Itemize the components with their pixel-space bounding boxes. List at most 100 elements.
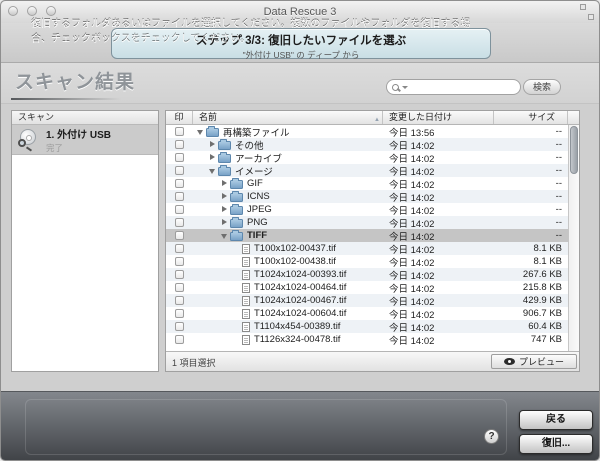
table-row[interactable]: T1024x1024-00467.tif 今日 14:02 429.9 KB: [166, 294, 568, 307]
file-icon: [242, 296, 250, 306]
main-area: スキャン 1. 外付け USB 完了 印 名前 ▲ 変更した日付け: [1, 103, 599, 391]
back-button[interactable]: 戻る: [519, 410, 593, 430]
item-name: 再構築ファイル: [223, 125, 290, 139]
table-row[interactable]: T100x102-00438.tif 今日 14:02 8.1 KB: [166, 255, 568, 268]
title-underline: [11, 98, 121, 100]
table-row[interactable]: T1024x1024-00604.tif 今日 14:02 906.7 KB: [166, 307, 568, 320]
sidebar-header: スキャン: [12, 111, 158, 125]
folder-icon: [230, 180, 243, 189]
row-checkbox[interactable]: [175, 322, 184, 331]
table-row[interactable]: その他 今日 14:02 --: [166, 138, 568, 151]
file-icon: [242, 270, 250, 280]
item-date: 今日 14:02: [383, 151, 494, 165]
vertical-scrollbar[interactable]: [568, 125, 579, 351]
row-checkbox[interactable]: [175, 140, 184, 149]
row-checkbox[interactable]: [175, 218, 184, 227]
item-name: T100x102-00438.tif: [254, 256, 336, 267]
recover-button[interactable]: 復旧...: [519, 434, 593, 454]
table-row[interactable]: T100x102-00437.tif 今日 14:02 8.1 KB: [166, 242, 568, 255]
disclosure-triangle-icon[interactable]: [219, 218, 230, 227]
item-size: --: [494, 126, 568, 137]
item-name: T1024x1024-00464.tif: [254, 282, 346, 293]
disclosure-triangle-icon: [231, 244, 242, 253]
table-row[interactable]: アーカイブ 今日 14:02 --: [166, 151, 568, 164]
preview-button[interactable]: プレビュー: [491, 354, 577, 369]
preview-button-label: プレビュー: [519, 355, 564, 368]
search-input[interactable]: [408, 81, 520, 93]
item-size: 215.8 KB: [494, 282, 568, 293]
disclosure-triangle-icon[interactable]: [219, 205, 230, 214]
help-button[interactable]: ?: [484, 429, 499, 444]
toolbar-toggle-icon[interactable]: [580, 4, 594, 20]
row-checkbox[interactable]: [175, 296, 184, 305]
disclosure-triangle-icon: [231, 296, 242, 305]
row-checkbox[interactable]: [175, 205, 184, 214]
row-checkbox[interactable]: [175, 244, 184, 253]
scan-sidebar: スキャン 1. 外付け USB 完了: [11, 110, 159, 372]
item-date: 今日 14:02: [383, 320, 494, 334]
item-date: 今日 14:02: [383, 138, 494, 152]
search-icon: [392, 84, 399, 91]
item-name: T1126x324-00478.tif: [254, 334, 340, 345]
row-checkbox[interactable]: [175, 257, 184, 266]
table-row[interactable]: ICNS 今日 14:02 --: [166, 190, 568, 203]
row-checkbox[interactable]: [175, 309, 184, 318]
item-size: --: [494, 165, 568, 176]
table-row[interactable]: 再構築ファイル 今日 13:56 --: [166, 125, 568, 138]
disclosure-triangle-icon[interactable]: [207, 166, 218, 175]
row-checkbox[interactable]: [175, 283, 184, 292]
scan-item-label: 1. 外付け USB: [46, 126, 111, 141]
table-row[interactable]: JPEG 今日 14:02 --: [166, 203, 568, 216]
search-button[interactable]: 検索: [523, 79, 561, 95]
table-row[interactable]: T1024x1024-00393.tif 今日 14:02 267.6 KB: [166, 268, 568, 281]
app-window: Data Rescue 3 ステップ 3/3: 復旧したいファイルを選ぶ "外付…: [0, 0, 600, 461]
row-checkbox[interactable]: [175, 127, 184, 136]
column-header-date[interactable]: 変更した日付け: [383, 111, 494, 124]
row-checkbox[interactable]: [175, 166, 184, 175]
close-button[interactable]: [8, 6, 18, 16]
item-size: 8.1 KB: [494, 243, 568, 254]
row-checkbox[interactable]: [175, 231, 184, 240]
table-row[interactable]: PNG 今日 14:02 --: [166, 216, 568, 229]
item-date: 今日 14:02: [383, 216, 494, 230]
item-size: --: [494, 152, 568, 163]
item-size: 747 KB: [494, 334, 568, 345]
row-checkbox[interactable]: [175, 192, 184, 201]
row-checkbox[interactable]: [175, 153, 184, 162]
disclosure-triangle-icon[interactable]: [207, 140, 218, 149]
row-checkbox[interactable]: [175, 179, 184, 188]
sidebar-item-scan[interactable]: 1. 外付け USB 完了: [12, 125, 158, 155]
column-header-spacer: [568, 111, 579, 124]
table-row[interactable]: イメージ 今日 14:02 --: [166, 164, 568, 177]
disclosure-triangle-icon[interactable]: [219, 231, 230, 240]
minimize-button[interactable]: [27, 6, 37, 16]
section-header: スキャン結果 検索: [1, 63, 599, 103]
eye-icon: [504, 358, 515, 365]
table-row[interactable]: GIF 今日 14:02 --: [166, 177, 568, 190]
item-name: T1024x1024-00604.tif: [254, 308, 346, 319]
disclosure-triangle-icon[interactable]: [219, 179, 230, 188]
item-name: T100x102-00437.tif: [254, 243, 336, 254]
table-status-bar: 1 項目選択 プレビュー: [166, 351, 579, 371]
row-checkbox[interactable]: [175, 270, 184, 279]
column-header-size[interactable]: サイズ: [494, 111, 568, 124]
table-row[interactable]: T1104x454-00389.tif 今日 14:02 60.4 KB: [166, 320, 568, 333]
row-checkbox[interactable]: [175, 335, 184, 344]
disclosure-triangle-icon[interactable]: [207, 153, 218, 162]
disclosure-triangle-icon: [231, 270, 242, 279]
table-row[interactable]: T1126x324-00478.tif 今日 14:02 747 KB: [166, 333, 568, 346]
table-row[interactable]: TIFF 今日 14:02 --: [166, 229, 568, 242]
column-header-name[interactable]: 名前 ▲: [193, 111, 383, 124]
column-header-mark[interactable]: 印: [166, 111, 193, 124]
scrollbar-thumb[interactable]: [570, 126, 578, 174]
footer-bar: [1, 391, 599, 461]
instructions-text: 復旧するフォルダあるいはファイルを選択してください。複数のファイルやフォルダを復…: [31, 17, 473, 47]
search-field[interactable]: [386, 79, 521, 95]
disclosure-triangle-icon[interactable]: [219, 192, 230, 201]
zoom-button[interactable]: [46, 6, 56, 16]
folder-icon: [218, 154, 231, 163]
footer-well: [25, 399, 507, 455]
disclosure-triangle-icon[interactable]: [195, 127, 206, 136]
item-size: 8.1 KB: [494, 256, 568, 267]
table-row[interactable]: T1024x1024-00464.tif 今日 14:02 215.8 KB: [166, 281, 568, 294]
